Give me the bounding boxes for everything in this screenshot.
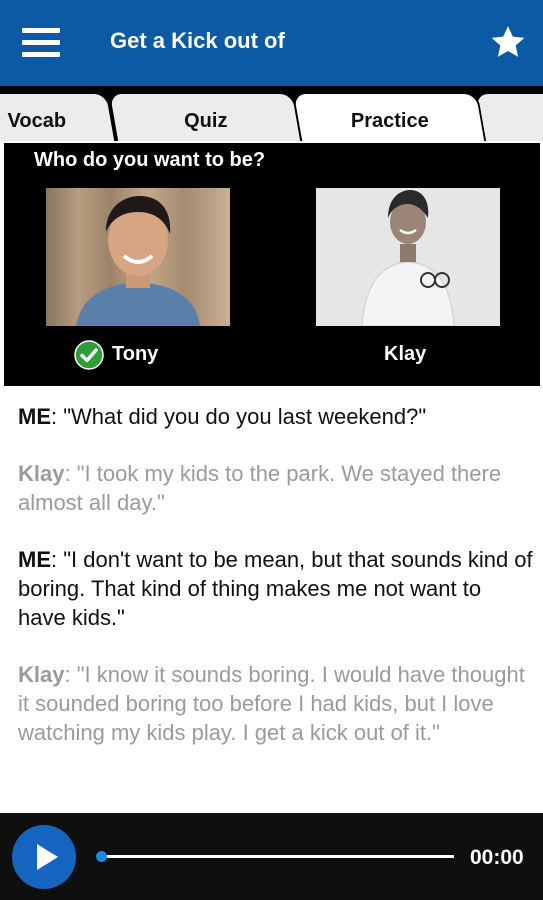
dialogue-text: "I took my kids to the park. We stayed t… — [18, 461, 502, 515]
page-title: Get a Kick out of — [110, 28, 285, 53]
app-bar: Get a Kick out of — [0, 0, 543, 86]
menu-icon[interactable] — [22, 26, 60, 60]
tab-bar: Vocab Quiz Practice — [0, 86, 543, 141]
star-icon[interactable] — [488, 22, 528, 62]
dialogue-text: "I don't want to be mean, but that sound… — [18, 547, 533, 630]
dialogue-line: ME: "What did you do you last weekend?" — [18, 404, 427, 429]
character-chooser: Who do you want to be? Tony Klay — [4, 143, 540, 386]
play-icon — [37, 844, 58, 870]
tony-photo[interactable] — [46, 188, 230, 326]
dialogue-line: Klay: "I took my kids to the park. We st… — [18, 461, 502, 515]
dialogue-line: Klay: "I know it sounds boring. I would … — [18, 662, 525, 745]
speaker-label: Klay — [18, 662, 65, 687]
dialogue-text: "I know it sounds boring. I would have t… — [18, 662, 525, 745]
speaker-label: ME — [18, 547, 51, 572]
tab-practice[interactable]: Practice — [291, 92, 487, 141]
checkmark-icon — [74, 340, 104, 370]
progress-thumb[interactable] — [96, 851, 107, 862]
dialogue-text: "What did you do you last weekend?" — [63, 404, 427, 429]
speaker-label: Klay — [18, 461, 65, 486]
time-display: 00:00 — [470, 846, 524, 869]
character-name-klay[interactable]: Klay — [384, 343, 426, 366]
tab-vocab[interactable]: Vocab — [0, 92, 117, 141]
chooser-title: Who do you want to be? — [34, 149, 266, 171]
dialogue-line: ME: "I don't want to be mean, but that s… — [18, 547, 533, 630]
progress-track[interactable] — [96, 851, 454, 862]
klay-photo[interactable] — [316, 188, 500, 326]
audio-player: 00:00 — [0, 813, 543, 900]
tab-quiz[interactable]: Quiz — [107, 92, 303, 141]
speaker-label: ME — [18, 404, 51, 429]
conversation: ME: "What did you do you last weekend?" … — [18, 402, 533, 775]
character-name-tony[interactable]: Tony — [112, 343, 158, 366]
play-button[interactable] — [12, 825, 76, 889]
